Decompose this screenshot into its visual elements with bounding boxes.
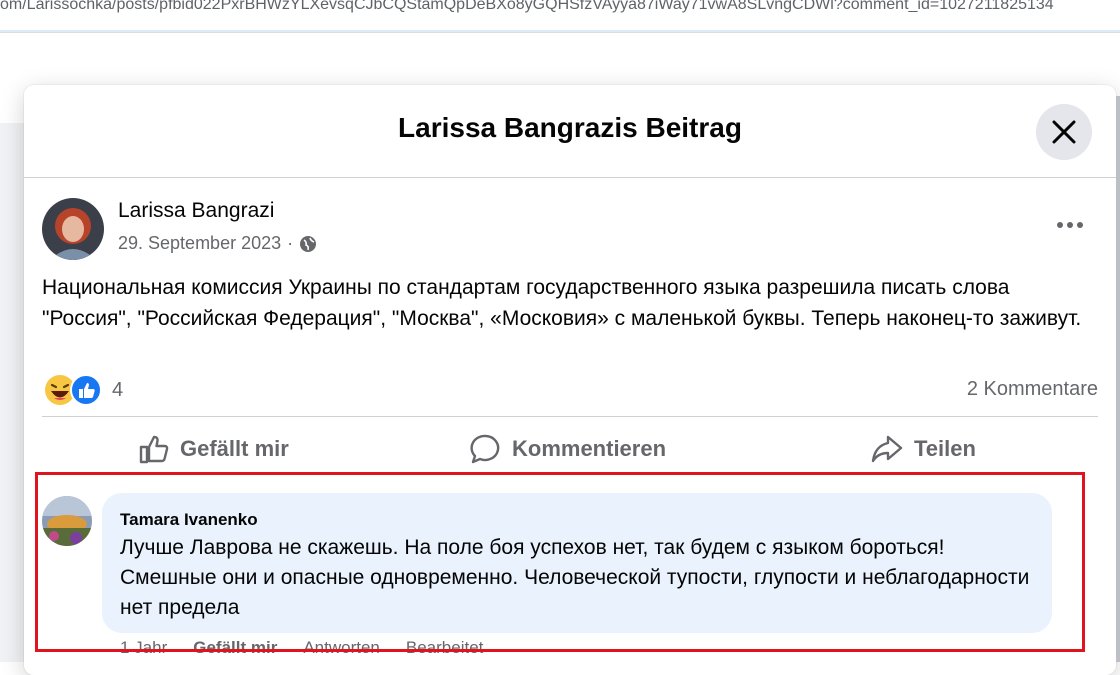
share-arrow-icon: [871, 435, 903, 463]
globe-icon: [300, 235, 317, 252]
close-button[interactable]: [1036, 104, 1092, 160]
dialog-title: Larissa Bangrazis Beitrag: [398, 112, 742, 143]
comment-bubble-icon: [470, 434, 500, 464]
meta-separator: ·: [287, 233, 294, 253]
post-text: Национальная комиссия Украины по стандар…: [42, 276, 1082, 330]
page-scrollbar[interactable]: [1116, 96, 1120, 662]
like-button-label: Gefällt mir: [180, 436, 289, 461]
comment-button[interactable]: Kommentieren: [470, 429, 666, 469]
action-bar-divider: [42, 416, 1098, 417]
author-name[interactable]: Larissa Bangrazi: [118, 199, 274, 223]
address-bar-divider: [0, 30, 1120, 32]
url-text[interactable]: om/Larissochka/posts/pfbid022PxrBHWzYLXe…: [0, 0, 1054, 14]
dialog-header: Larissa Bangrazis Beitrag: [24, 85, 1116, 178]
close-icon: [1052, 120, 1076, 144]
author-avatar-image: [42, 198, 104, 260]
thumbs-up-icon: [139, 435, 169, 464]
reaction-count: 4: [112, 378, 124, 401]
post-date[interactable]: 29. September 2023: [118, 233, 281, 254]
share-button[interactable]: Teilen: [870, 429, 976, 469]
post-dialog: Larissa Bangrazis Beitrag Larissa Bangra…: [24, 85, 1116, 675]
more-options-button[interactable]: [1054, 215, 1086, 235]
share-button-label: Teilen: [914, 436, 976, 461]
comment-highlight-box: [35, 472, 1085, 652]
comments-count-link[interactable]: 2 Kommentare: [967, 378, 1098, 401]
more-dots-icon: [1057, 222, 1083, 228]
post-meta: 29. September 2023 ·: [118, 233, 317, 254]
like-button[interactable]: Gefällt mir: [138, 429, 289, 469]
reaction-icons: [44, 374, 102, 406]
browser-address-bar[interactable]: om/Larissochka/posts/pfbid022PxrBHWzYLXe…: [0, 0, 1120, 33]
author-avatar[interactable]: [42, 198, 104, 260]
like-reaction-icon: [70, 374, 102, 406]
comment-button-label: Kommentieren: [512, 436, 667, 461]
reaction-summary[interactable]: 4: [44, 374, 123, 406]
